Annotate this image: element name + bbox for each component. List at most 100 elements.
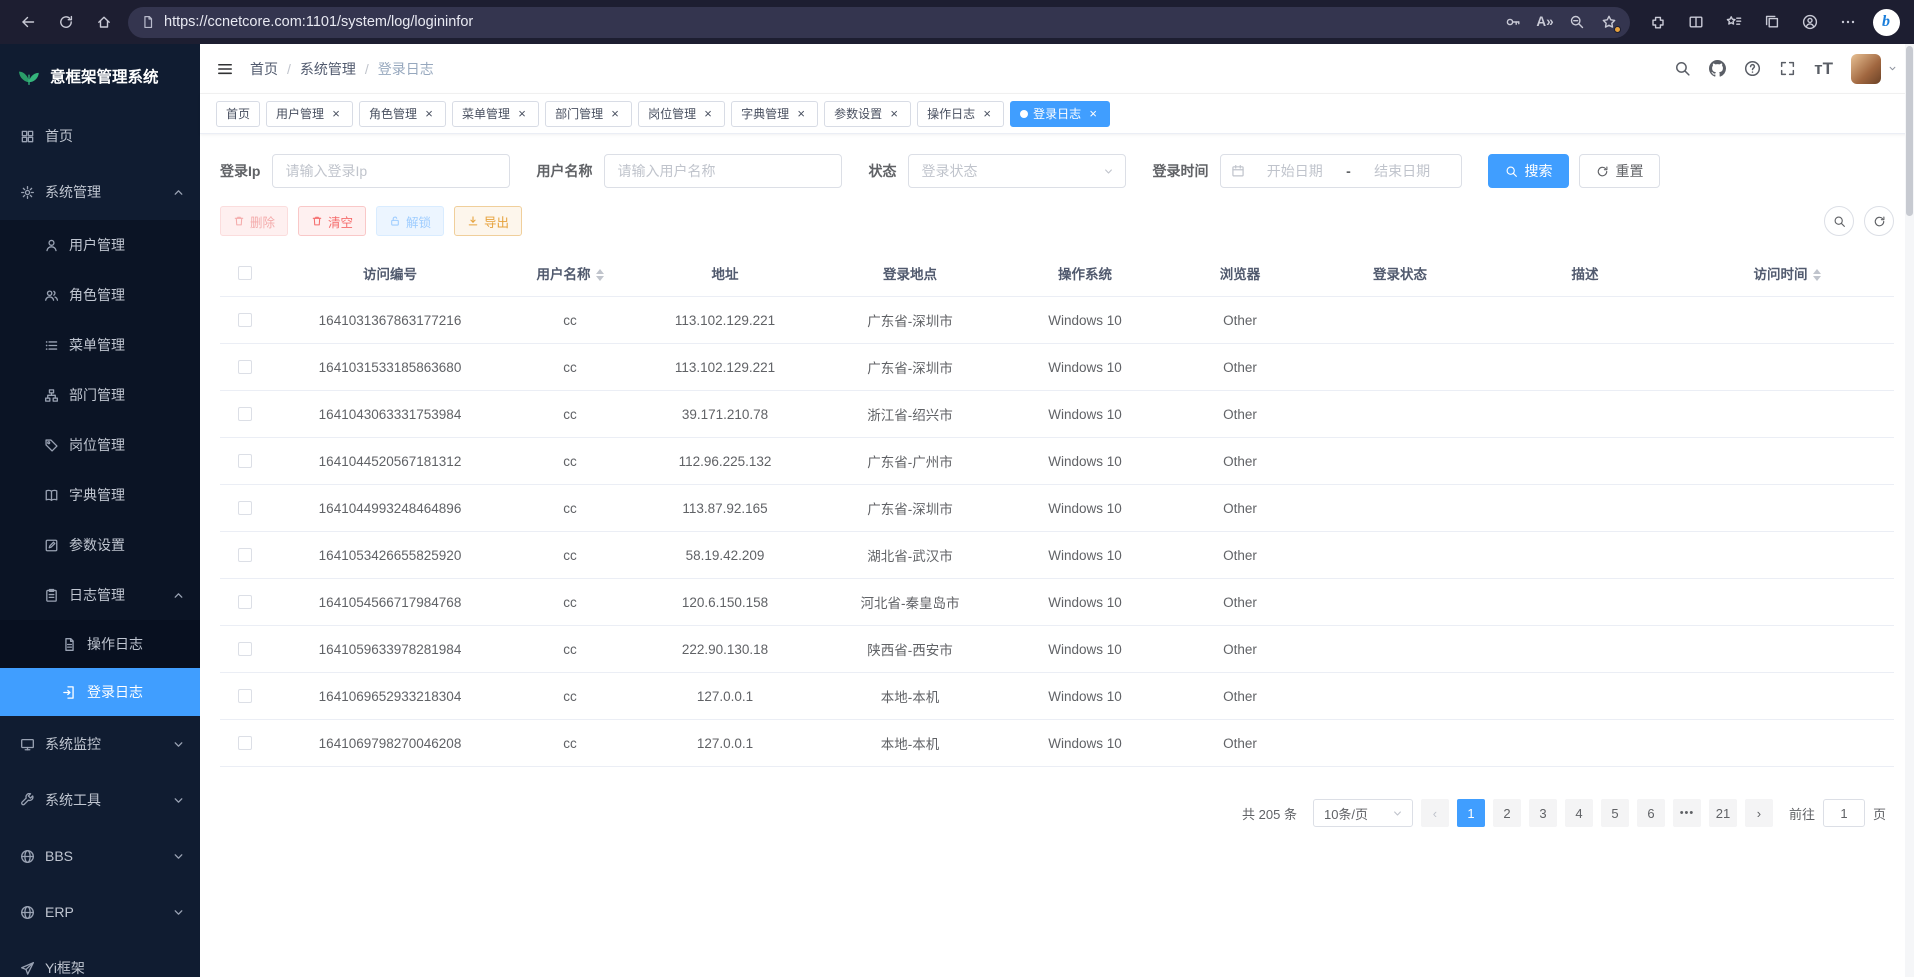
sidebar-item-system-management[interactable]: 系统管理 bbox=[0, 164, 200, 220]
bing-chat-button[interactable]: b bbox=[1868, 4, 1904, 40]
settings-menu-button[interactable] bbox=[1830, 4, 1866, 40]
close-tab-icon[interactable]: × bbox=[329, 107, 343, 121]
sidebar-item-login-log[interactable]: 登录日志 bbox=[0, 668, 200, 716]
close-tab-icon[interactable]: × bbox=[608, 107, 622, 121]
read-aloud-button[interactable]: A» bbox=[1530, 9, 1560, 35]
page-button-4[interactable]: 4 bbox=[1565, 799, 1593, 827]
help-icon[interactable] bbox=[1744, 60, 1761, 77]
row-checkbox[interactable] bbox=[238, 689, 252, 703]
search-icon[interactable] bbox=[1674, 60, 1691, 77]
reset-button[interactable]: 重置 bbox=[1579, 154, 1660, 188]
status-filter-select[interactable]: 登录状态 bbox=[908, 154, 1126, 188]
user-avatar[interactable] bbox=[1851, 54, 1881, 84]
scrollbar[interactable] bbox=[1905, 44, 1914, 977]
toggle-search-button[interactable] bbox=[1824, 206, 1854, 236]
close-tab-icon[interactable]: × bbox=[701, 107, 715, 121]
breadcrumb-item[interactable]: 系统管理 bbox=[300, 59, 356, 79]
sidebar-item-bbs[interactable]: BBS bbox=[0, 828, 200, 884]
sidebar-item-menu-management[interactable]: 菜单管理 bbox=[0, 320, 200, 370]
select-all-checkbox[interactable] bbox=[238, 266, 252, 280]
password-key-button[interactable] bbox=[1498, 9, 1528, 35]
close-tab-icon[interactable]: × bbox=[1086, 107, 1100, 121]
page-size-select[interactable]: 10条/页 bbox=[1313, 799, 1413, 827]
close-tab-icon[interactable]: × bbox=[887, 107, 901, 121]
row-checkbox[interactable] bbox=[238, 313, 252, 327]
breadcrumb-item[interactable]: 首页 bbox=[250, 59, 278, 79]
tab-home[interactable]: 首页 bbox=[216, 101, 260, 127]
tab-dict-management[interactable]: 字典管理× bbox=[731, 101, 818, 127]
sidebar-item-param-settings[interactable]: 参数设置 bbox=[0, 520, 200, 570]
ip-filter-input[interactable] bbox=[272, 154, 510, 188]
app-logo[interactable]: 意框架管理系统 bbox=[0, 44, 200, 108]
sidebar-item-user-management[interactable]: 用户管理 bbox=[0, 220, 200, 270]
favorites-button[interactable] bbox=[1716, 4, 1752, 40]
close-tab-icon[interactable]: × bbox=[422, 107, 436, 121]
column-header-username[interactable]: 用户名称 bbox=[510, 250, 630, 297]
sidebar-item-yi-framework[interactable]: Yi框架 bbox=[0, 940, 200, 977]
avatar-caret-icon[interactable] bbox=[1887, 63, 1898, 74]
row-checkbox[interactable] bbox=[238, 501, 252, 515]
more-pages-button[interactable]: ••• bbox=[1673, 799, 1701, 827]
page-button-6[interactable]: 6 bbox=[1637, 799, 1665, 827]
tab-operation-log[interactable]: 操作日志× bbox=[917, 101, 1004, 127]
sidebar-item-dept-management[interactable]: 部门管理 bbox=[0, 370, 200, 420]
page-button-5[interactable]: 5 bbox=[1601, 799, 1629, 827]
close-tab-icon[interactable]: × bbox=[515, 107, 529, 121]
font-size-icon[interactable]: тT bbox=[1814, 60, 1833, 77]
sort-asc-icon[interactable] bbox=[596, 269, 604, 274]
sidebar-item-home[interactable]: 首页 bbox=[0, 108, 200, 164]
row-checkbox[interactable] bbox=[238, 407, 252, 421]
refresh-table-button[interactable] bbox=[1864, 206, 1894, 236]
tab-dept-management[interactable]: 部门管理× bbox=[545, 101, 632, 127]
row-checkbox[interactable] bbox=[238, 360, 252, 374]
scrollbar-thumb[interactable] bbox=[1906, 46, 1913, 216]
tab-login-log[interactable]: 登录日志× bbox=[1010, 101, 1110, 127]
tab-param-settings[interactable]: 参数设置× bbox=[824, 101, 911, 127]
sort-desc-icon[interactable] bbox=[596, 276, 604, 281]
refresh-button[interactable] bbox=[48, 4, 84, 40]
tab-user-management[interactable]: 用户管理× bbox=[266, 101, 353, 127]
tab-role-management[interactable]: 角色管理× bbox=[359, 101, 446, 127]
url-text[interactable]: https://ccnetcore.com:1101/system/log/lo… bbox=[164, 14, 1498, 30]
sidebar-item-system-monitor[interactable]: 系统监控 bbox=[0, 716, 200, 772]
add-favorite-button[interactable] bbox=[1594, 9, 1624, 35]
fullscreen-icon[interactable] bbox=[1779, 60, 1796, 77]
sort-desc-icon[interactable] bbox=[1813, 276, 1821, 281]
profile-button[interactable] bbox=[1792, 4, 1828, 40]
sidebar-item-erp[interactable]: ERP bbox=[0, 884, 200, 940]
page-button-3[interactable]: 3 bbox=[1529, 799, 1557, 827]
row-checkbox[interactable] bbox=[238, 736, 252, 750]
clear-button[interactable]: 清空 bbox=[298, 206, 366, 236]
page-button-21[interactable]: 21 bbox=[1709, 799, 1737, 827]
export-button[interactable]: 导出 bbox=[454, 206, 522, 236]
split-screen-button[interactable] bbox=[1678, 4, 1714, 40]
unlock-button[interactable]: 解锁 bbox=[376, 206, 444, 236]
sidebar-item-system-tools[interactable]: 系统工具 bbox=[0, 772, 200, 828]
row-checkbox[interactable] bbox=[238, 548, 252, 562]
sidebar-toggle-icon[interactable] bbox=[216, 60, 234, 78]
row-checkbox[interactable] bbox=[238, 454, 252, 468]
tab-menu-management[interactable]: 菜单管理× bbox=[452, 101, 539, 127]
github-icon[interactable] bbox=[1709, 60, 1726, 77]
delete-button[interactable]: 删除 bbox=[220, 206, 288, 236]
zoom-out-button[interactable] bbox=[1562, 9, 1592, 35]
close-tab-icon[interactable]: × bbox=[794, 107, 808, 121]
column-header-time[interactable]: 访问时间 bbox=[1680, 250, 1894, 297]
back-button[interactable] bbox=[10, 4, 46, 40]
sort-asc-icon[interactable] bbox=[1813, 269, 1821, 274]
row-checkbox[interactable] bbox=[238, 642, 252, 656]
extensions-button[interactable] bbox=[1640, 4, 1676, 40]
time-range-picker[interactable]: 开始日期 - 结束日期 bbox=[1220, 154, 1462, 188]
sidebar-item-post-management[interactable]: 岗位管理 bbox=[0, 420, 200, 470]
sidebar-item-log-management[interactable]: 日志管理 bbox=[0, 570, 200, 620]
page-button-1[interactable]: 1 bbox=[1457, 799, 1485, 827]
sidebar-item-dict-management[interactable]: 字典管理 bbox=[0, 470, 200, 520]
username-filter-input[interactable] bbox=[604, 154, 842, 188]
sort-icons[interactable] bbox=[596, 269, 604, 281]
row-checkbox[interactable] bbox=[238, 595, 252, 609]
site-info-icon[interactable] bbox=[141, 15, 155, 29]
prev-page-button[interactable]: ‹ bbox=[1421, 799, 1449, 827]
collections-button[interactable] bbox=[1754, 4, 1790, 40]
sort-icons[interactable] bbox=[1813, 269, 1821, 281]
sidebar-item-operation-log[interactable]: 操作日志 bbox=[0, 620, 200, 668]
